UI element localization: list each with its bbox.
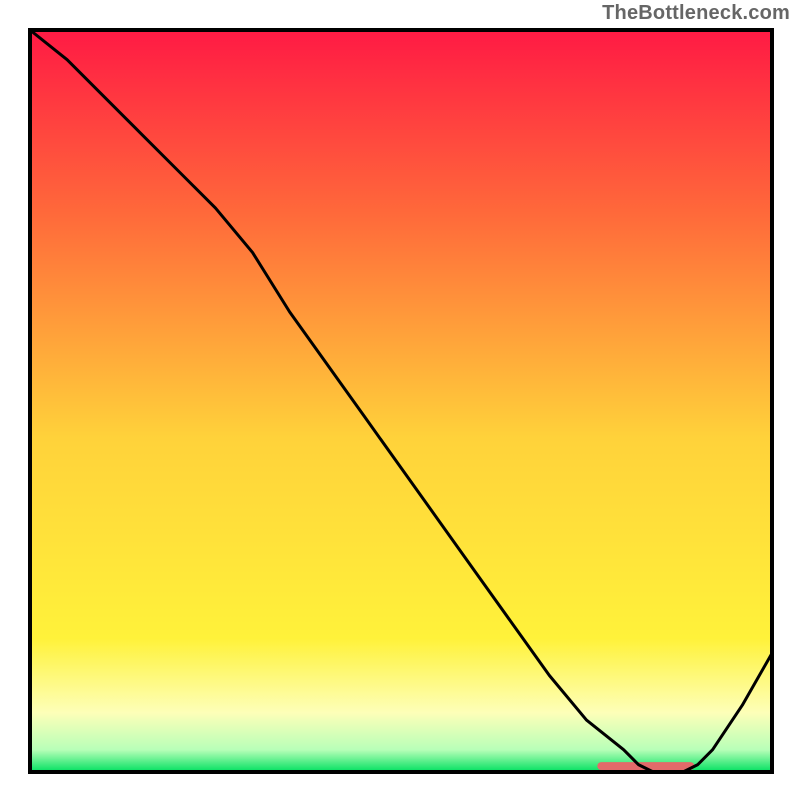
plot-area xyxy=(30,30,772,772)
bottleneck-chart xyxy=(0,0,800,800)
watermark-text: TheBottleneck.com xyxy=(602,2,790,25)
